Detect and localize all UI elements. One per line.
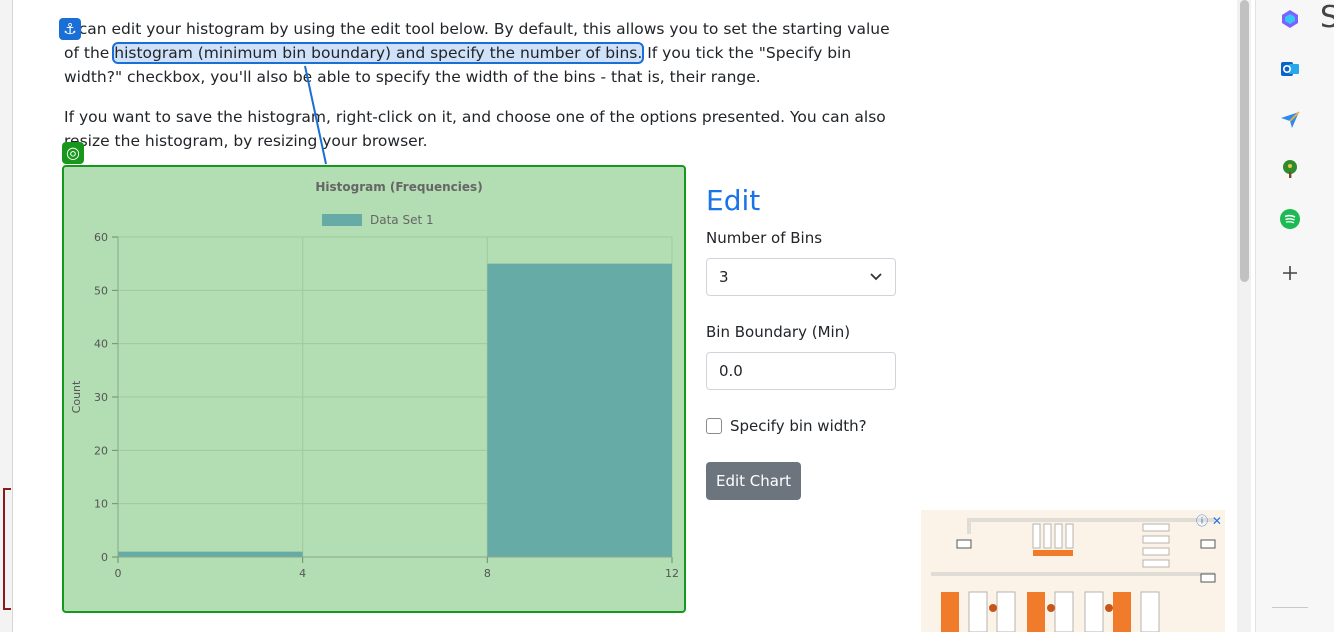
add-icon[interactable] [1279, 262, 1301, 284]
intro-paragraph: u can edit your histogram by using the e… [64, 17, 904, 89]
outlook-icon[interactable] [1279, 58, 1301, 80]
min-value: 0.0 [719, 362, 743, 380]
y-tick-label: 60 [94, 231, 108, 244]
y-tick-label: 50 [94, 284, 108, 297]
chevron-down-icon [870, 273, 882, 281]
edge-marker [3, 488, 11, 610]
x-tick-label: 4 [299, 567, 306, 580]
bin-width-label[interactable]: Specify bin width? [730, 417, 867, 435]
min-input[interactable]: 0.0 [706, 352, 896, 390]
histogram-bar [118, 551, 303, 557]
y-tick-label: 0 [101, 551, 108, 564]
bins-label: Number of Bins [706, 229, 823, 247]
save-paragraph: If you want to save the histogram, right… [64, 108, 886, 150]
chart-title: Histogram (Frequencies) [315, 180, 482, 194]
ad-image [921, 510, 1225, 632]
copilot-icon[interactable] [1279, 8, 1301, 30]
bins-select[interactable]: 3 [706, 258, 896, 296]
y-tick-label: 10 [94, 498, 108, 511]
scrollbar-thumb[interactable] [1240, 0, 1249, 282]
ad-choices-icon[interactable]: ⓘ ✕ [1196, 512, 1222, 529]
bins-value: 3 [719, 268, 729, 286]
y-axis-label: Count [70, 380, 83, 413]
y-tick-label: 30 [94, 391, 108, 404]
highlighted-text[interactable]: histogram (minimum bin boundary) and spe… [112, 42, 645, 64]
ad-banner[interactable] [921, 510, 1225, 632]
y-tick-label: 40 [94, 338, 108, 351]
left-window-edge [0, 0, 13, 632]
spotify-icon[interactable] [1279, 208, 1301, 230]
browser-sidebar [1255, 0, 1334, 632]
send-icon[interactable] [1279, 108, 1301, 130]
x-tick-label: 8 [484, 567, 491, 580]
sidebar-separator [1272, 607, 1308, 608]
edge-glyph: S [1320, 0, 1334, 35]
edit-heading: Edit [706, 184, 761, 217]
x-tick-label: 12 [665, 567, 679, 580]
target-icon[interactable]: ◎ [62, 142, 84, 164]
x-tick-label: 0 [115, 567, 122, 580]
edit-chart-button[interactable]: Edit Chart [706, 462, 801, 500]
histogram-svg: 0 10 20 30 40 50 60 0 4 8 12 Histogram (Frequencies… [70, 180, 679, 580]
histogram-bar [487, 263, 672, 557]
legend-label: Data Set 1 [370, 213, 434, 227]
min-label: Bin Boundary (Min) [706, 323, 851, 341]
legend-swatch [322, 214, 362, 226]
y-tick-label: 20 [94, 444, 108, 457]
histogram-chart[interactable]: 0 10 20 30 40 50 60 0 4 8 12 Histogram (Frequencies… [62, 165, 686, 613]
anchor-icon[interactable]: ⚓ [59, 18, 81, 40]
bin-width-checkbox[interactable] [706, 418, 722, 434]
tree-icon[interactable] [1279, 158, 1301, 180]
